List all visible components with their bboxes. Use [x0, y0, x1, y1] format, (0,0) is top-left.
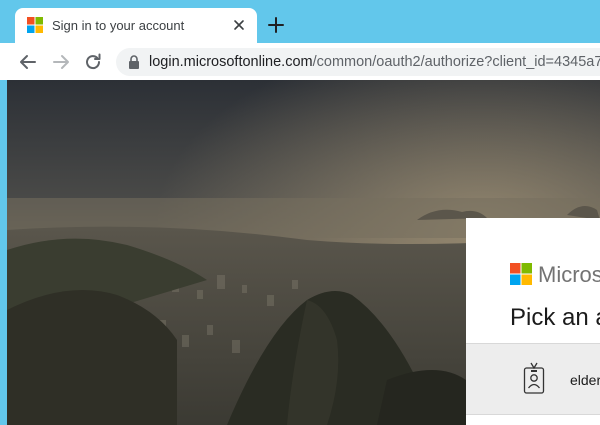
url-text[interactable]: login.microsoftonline.com/common/oauth2/… [149, 54, 600, 70]
tab-title: Sign in to your account [52, 18, 185, 33]
account-tile[interactable]: elder [466, 343, 600, 415]
url-path: /common/oauth2/authorize?client_id=4345a… [312, 54, 600, 70]
browser-toolbar: login.microsoftonline.com/common/oauth2/… [0, 43, 600, 80]
url-host: login.microsoftonline.com [149, 54, 313, 70]
lock-icon[interactable] [128, 55, 140, 69]
page-title: Pick an a [510, 304, 600, 331]
microsoft-logo-icon [27, 17, 43, 33]
tab-strip: Sign in to your account [0, 0, 600, 43]
signin-card: Microsoft Pick an a elder [466, 218, 600, 425]
address-bar[interactable]: login.microsoftonline.com/common/oauth2/… [116, 48, 600, 76]
microsoft-logo-icon [510, 263, 532, 285]
account-name: elder [570, 372, 600, 388]
arrow-left-icon[interactable] [17, 51, 39, 73]
page-content: Microsoft Pick an a elder [7, 80, 600, 425]
badge-icon [523, 362, 545, 394]
close-icon[interactable] [232, 18, 246, 32]
plus-icon[interactable] [266, 15, 286, 35]
browser-tab[interactable]: Sign in to your account [15, 8, 257, 43]
arrow-right-icon[interactable] [50, 51, 72, 73]
brand-name: Microsoft [538, 262, 600, 287]
reload-icon[interactable] [82, 51, 104, 73]
